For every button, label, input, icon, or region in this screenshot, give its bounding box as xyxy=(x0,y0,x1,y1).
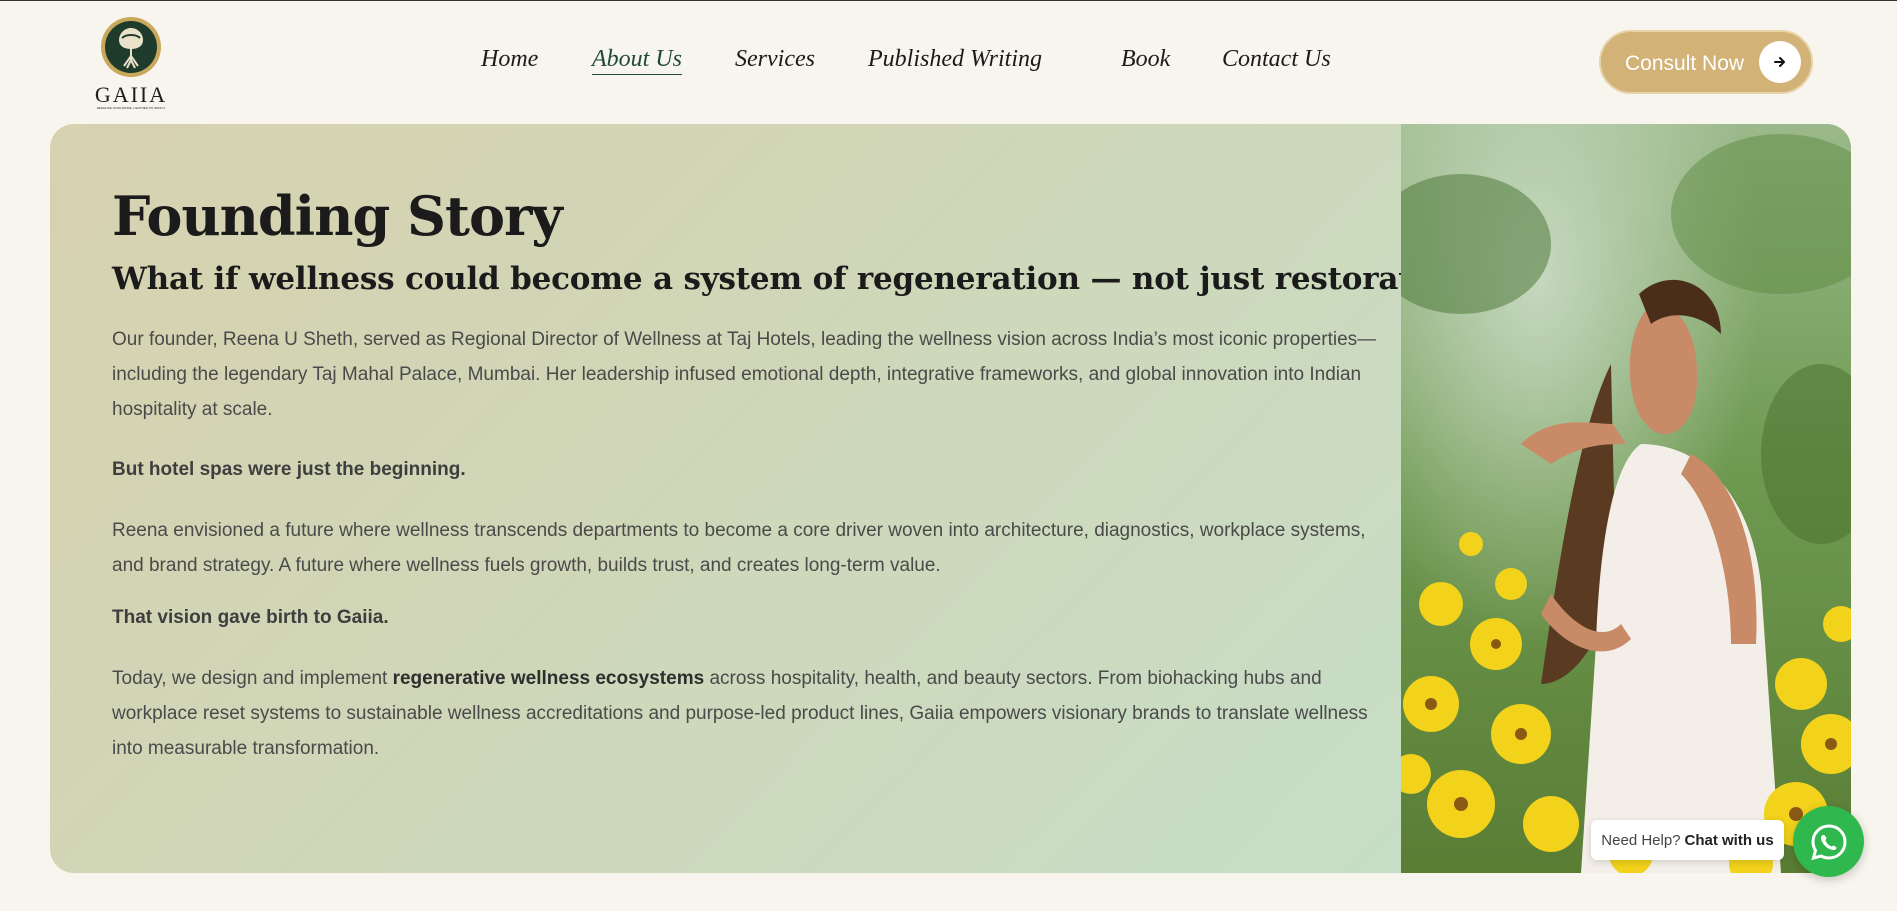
page-title: Founding Story xyxy=(112,184,563,248)
chat-with-us-text: Chat with us xyxy=(1684,831,1774,849)
gaiia-logo[interactable]: GAIIA REDEFINE WORLDWIDE, CENTRED ON IMP… xyxy=(90,16,172,112)
story-paragraph-1: Our founder, Reena U Sheth, served as Re… xyxy=(112,328,1377,420)
nav-contact-us[interactable]: Contact Us xyxy=(1222,46,1331,73)
nav-services[interactable]: Services xyxy=(735,46,815,73)
arrow-right-icon xyxy=(1759,41,1801,83)
story-paragraph-3: Today, we design and implement regenerat… xyxy=(112,661,1382,766)
story-highlight-2: That vision gave birth to Gaiia. xyxy=(112,606,389,628)
need-help-text: Need Help? xyxy=(1601,831,1681,849)
page: GAIIA REDEFINE WORLDWIDE, CENTRED ON IMP… xyxy=(0,0,1897,911)
nav-book[interactable]: Book xyxy=(1121,46,1170,73)
consult-now-label: Consult Now xyxy=(1625,52,1745,75)
logo-wordmark: GAIIA xyxy=(94,82,168,107)
founding-story-card: Founding Story What if wellness could be… xyxy=(50,124,1851,873)
nav-about-us[interactable]: About Us xyxy=(592,46,682,75)
chat-help-bubble[interactable]: Need Help? Chat with us xyxy=(1591,820,1784,860)
tree-logo-icon xyxy=(101,17,161,77)
regenerative-ecosystems-emphasis: regenerative wellness ecosystems xyxy=(392,667,705,689)
story-text: Founding Story What if wellness could be… xyxy=(112,184,1485,766)
story-paragraph-2: Reena envisioned a future where wellness… xyxy=(112,519,1366,576)
story-subtitle: What if wellness could become a system o… xyxy=(112,260,1485,297)
site-header: GAIIA REDEFINE WORLDWIDE, CENTRED ON IMP… xyxy=(0,0,1897,124)
nav-published-writing[interactable]: Published Writing xyxy=(868,46,1042,73)
logo-tagline: REDEFINE WORLDWIDE, CENTRED ON IMPACT xyxy=(96,106,166,110)
woman-in-flower-field-image xyxy=(1401,124,1851,873)
whatsapp-chat-button[interactable] xyxy=(1793,806,1864,877)
hero-photo xyxy=(1401,124,1851,873)
paragraph-3-intro: Today, we design and implement xyxy=(112,667,393,689)
story-highlight-1: But hotel spas were just the beginning. xyxy=(112,458,466,480)
whatsapp-icon xyxy=(1810,823,1847,860)
nav-home[interactable]: Home xyxy=(481,46,538,73)
consult-now-button[interactable]: Consult Now xyxy=(1599,30,1813,94)
